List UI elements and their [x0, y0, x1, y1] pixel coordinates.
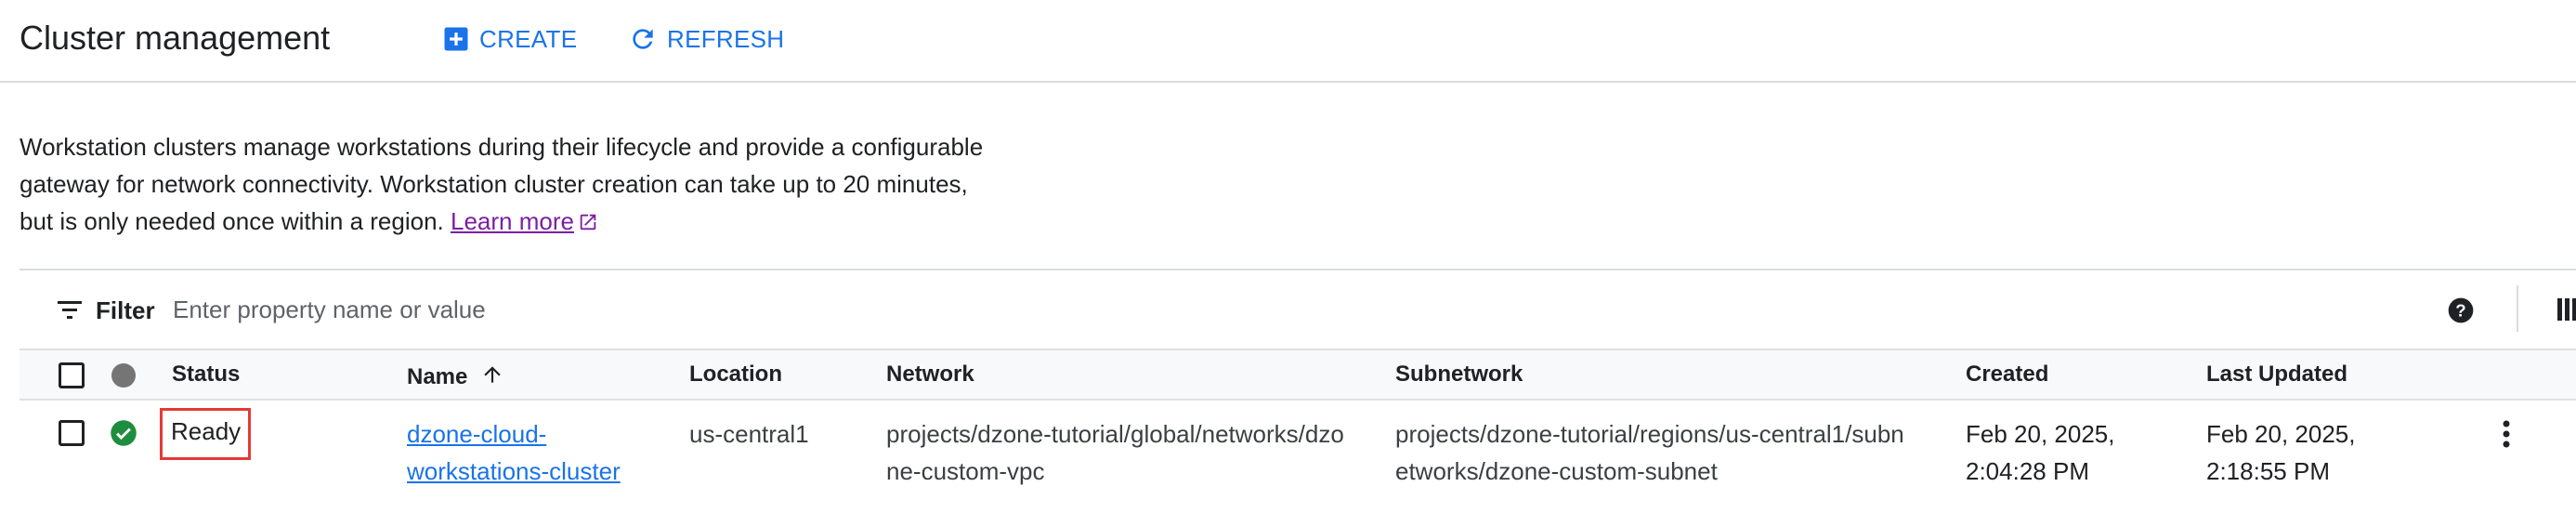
- refresh-button-label: REFRESH: [667, 24, 785, 53]
- filter-bar: Filter ?: [20, 270, 2576, 348]
- cluster-name-link[interactable]: dzone-cloud-workstations-cluster: [407, 415, 648, 490]
- page-header: Cluster management CREATE REFRESH: [0, 0, 2576, 83]
- learn-more-link[interactable]: Learn more: [451, 207, 574, 235]
- arrow-up-icon: [480, 362, 504, 394]
- location-value: us-central1: [689, 420, 809, 448]
- refresh-icon: [628, 24, 658, 54]
- column-display-icon[interactable]: [2557, 296, 2576, 327]
- column-header-name-label: Name: [407, 364, 468, 389]
- svg-text:?: ?: [2455, 301, 2465, 321]
- add-box-icon: [442, 25, 470, 53]
- column-header-status[interactable]: Status: [172, 362, 240, 388]
- select-all-checkbox[interactable]: [59, 362, 85, 388]
- last-updated-value: Feb 20, 2025, 2:18:55 PM: [2206, 420, 2356, 485]
- check-circle-icon: [110, 419, 137, 452]
- external-link-icon[interactable]: [578, 205, 598, 243]
- help-icon[interactable]: ?: [2446, 296, 2476, 330]
- refresh-button[interactable]: REFRESH: [628, 20, 784, 58]
- cluster-description: Workstation clusters manage workstations…: [20, 128, 986, 243]
- subnetwork-value: projects/dzone-tutorial/regions/us-centr…: [1395, 420, 1904, 485]
- column-header-network[interactable]: Network: [886, 362, 974, 388]
- column-header-last-updated[interactable]: Last Updated: [2206, 362, 2347, 388]
- column-header-created[interactable]: Created: [1966, 362, 2048, 388]
- column-header-location[interactable]: Location: [689, 362, 782, 388]
- toolbar-divider: [2517, 285, 2518, 332]
- create-button[interactable]: CREATE: [442, 20, 577, 58]
- create-button-label: CREATE: [479, 24, 578, 53]
- table-row: Ready dzone-cloud-workstations-cluster u…: [20, 401, 2576, 526]
- page-title: Cluster management: [20, 19, 331, 57]
- more-vert-icon[interactable]: [2501, 419, 2512, 454]
- filter-list-icon: [57, 296, 85, 327]
- status-value: Ready: [171, 417, 242, 445]
- clusters-table: Filter ? Status Name Location Network Su…: [20, 269, 2576, 526]
- network-value: projects/dzone-tutorial/global/networks/…: [886, 420, 1344, 485]
- table-header: Status Name Location Network Subnetwork …: [20, 348, 2576, 401]
- filter-label: Filter: [96, 296, 155, 324]
- created-value: Feb 20, 2025, 2:04:28 PM: [1966, 420, 2115, 485]
- filter-input[interactable]: [173, 291, 1288, 328]
- column-header-subnetwork[interactable]: Subnetwork: [1395, 362, 1523, 388]
- row-checkbox[interactable]: [59, 420, 85, 446]
- state-indicator-icon: [111, 363, 136, 388]
- column-header-name[interactable]: Name: [407, 362, 504, 394]
